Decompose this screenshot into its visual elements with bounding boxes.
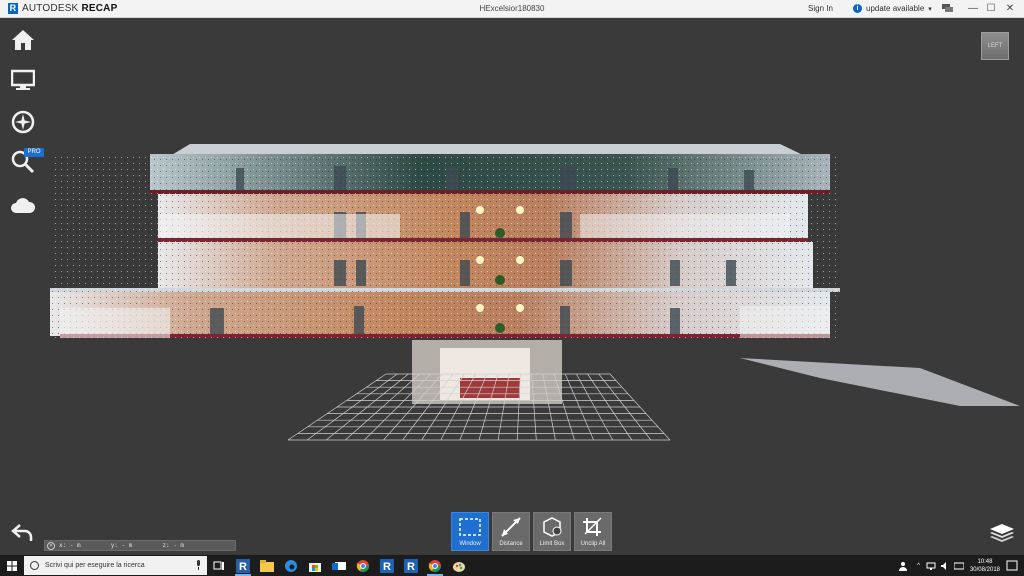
svg-text:R: R bbox=[407, 561, 415, 573]
layers-icon[interactable] bbox=[989, 520, 1015, 544]
recap-window: R AUTODESK RECAP HExcelsior180830 Sign I… bbox=[0, 0, 1024, 576]
close-button[interactable]: ✕ bbox=[1003, 2, 1017, 15]
coord-x: x: - m bbox=[59, 542, 81, 549]
edge-icon bbox=[285, 559, 297, 572]
file-explorer-icon bbox=[260, 559, 274, 572]
navigation-button[interactable] bbox=[9, 108, 37, 136]
task-view-icon bbox=[213, 561, 224, 570]
view-cube[interactable]: LEFT bbox=[981, 32, 1009, 60]
svg-text:R: R bbox=[239, 561, 247, 573]
update-label: update available bbox=[866, 4, 925, 13]
view-cube-face-label: LEFT bbox=[987, 43, 1003, 49]
limit-box-label: Limit Box bbox=[539, 541, 565, 547]
back-arrow-icon[interactable] bbox=[10, 522, 34, 542]
feedback-icon[interactable] bbox=[942, 4, 954, 13]
unclip-all-label: Unclip All bbox=[580, 541, 606, 547]
taskbar-file-explorer[interactable] bbox=[255, 555, 279, 576]
chevron-up-icon[interactable]: ^ bbox=[917, 563, 920, 569]
windows-logo-icon bbox=[7, 560, 17, 571]
cloud-button[interactable] bbox=[9, 192, 37, 220]
revit-icon: R bbox=[404, 558, 418, 573]
sign-in-link[interactable]: Sign In bbox=[808, 4, 833, 13]
window-select-button[interactable]: Window bbox=[451, 512, 489, 551]
clock-time: 10:48 bbox=[977, 558, 993, 565]
taskbar-chrome-2[interactable] bbox=[423, 555, 447, 576]
taskbar-recap[interactable]: R bbox=[231, 555, 255, 576]
document-title: HExcelsior180830 bbox=[479, 4, 545, 13]
display-icon bbox=[11, 69, 35, 90]
recap-icon: R bbox=[236, 558, 250, 573]
clock-date: 30/08/2018 bbox=[969, 566, 1000, 573]
window-label: Window bbox=[459, 541, 481, 547]
store-icon bbox=[309, 562, 321, 572]
limit-box-icon bbox=[543, 517, 562, 537]
notifications-icon[interactable] bbox=[1006, 560, 1018, 572]
network-icon[interactable] bbox=[926, 561, 936, 571]
point-cloud-viewport[interactable] bbox=[0, 18, 1024, 558]
unclip-all-button[interactable]: Unclip All bbox=[574, 512, 612, 551]
update-available-button[interactable]: i update available ▾ bbox=[853, 4, 932, 13]
limit-box-button[interactable]: Limit Box bbox=[533, 512, 571, 551]
home-icon bbox=[12, 30, 34, 50]
clock[interactable]: 10:48 30/08/2018 bbox=[970, 558, 1000, 574]
minimize-button[interactable]: — bbox=[966, 2, 980, 15]
display-settings-button[interactable] bbox=[9, 66, 37, 94]
cloud-icon bbox=[11, 198, 36, 213]
taskbar-revit-2[interactable]: R bbox=[399, 555, 423, 576]
mail-icon bbox=[332, 561, 346, 570]
keyboard-icon[interactable] bbox=[953, 561, 964, 571]
window-select-icon bbox=[459, 518, 481, 536]
app-brand: R AUTODESK RECAP bbox=[0, 3, 200, 14]
info-icon: i bbox=[853, 4, 862, 13]
distance-button[interactable]: Distance bbox=[492, 512, 530, 551]
taskbar-mail[interactable] bbox=[327, 555, 351, 576]
chrome-icon bbox=[356, 559, 369, 572]
coord-z: z: - m bbox=[162, 542, 185, 549]
microphone-icon[interactable] bbox=[196, 560, 201, 570]
coord-y: y: - m bbox=[110, 542, 133, 549]
distance-label: Distance bbox=[499, 541, 523, 547]
title-bar: R AUTODESK RECAP HExcelsior180830 Sign I… bbox=[0, 0, 1024, 18]
pro-badge: PRO bbox=[24, 148, 44, 157]
building-point-cloud bbox=[50, 144, 1020, 406]
start-button[interactable] bbox=[0, 555, 24, 576]
svg-text:R: R bbox=[383, 561, 391, 573]
chrome-icon bbox=[428, 559, 441, 572]
cortana-icon bbox=[30, 561, 39, 570]
brand-name: AUTODESK bbox=[22, 3, 79, 14]
volume-icon[interactable] bbox=[940, 561, 950, 571]
paint-icon bbox=[453, 561, 465, 572]
home-button[interactable] bbox=[9, 26, 37, 54]
coordinates-readout: × x: - m y: - m z: - m bbox=[44, 540, 236, 551]
taskbar-store[interactable] bbox=[303, 555, 327, 576]
unclip-icon bbox=[583, 517, 602, 536]
taskbar-search-input[interactable]: Scrivi qui per eseguire la ricerca bbox=[24, 556, 207, 575]
system-tray: ^ 10:48 30/08/2018 bbox=[899, 555, 1024, 576]
windows-taskbar: Scrivi qui per eseguire la ricerca R R R bbox=[0, 555, 1024, 576]
brand-product: RECAP bbox=[81, 3, 118, 14]
clear-icon[interactable]: × bbox=[47, 541, 55, 550]
distance-icon bbox=[501, 517, 521, 537]
taskbar-paint[interactable] bbox=[447, 555, 471, 576]
task-view-button[interactable] bbox=[207, 555, 231, 576]
search-placeholder: Scrivi qui per eseguire la ricerca bbox=[45, 562, 145, 569]
maximize-button[interactable]: ☐ bbox=[984, 2, 998, 15]
recap-logo-icon: R bbox=[8, 3, 18, 14]
taskbar-chrome[interactable] bbox=[351, 555, 375, 576]
compass-icon bbox=[11, 110, 35, 134]
people-icon[interactable] bbox=[899, 561, 911, 571]
taskbar-edge[interactable] bbox=[279, 555, 303, 576]
revit-icon: R bbox=[380, 558, 394, 573]
taskbar-revit-1[interactable]: R bbox=[375, 555, 399, 576]
chevron-down-icon: ▾ bbox=[928, 5, 932, 13]
